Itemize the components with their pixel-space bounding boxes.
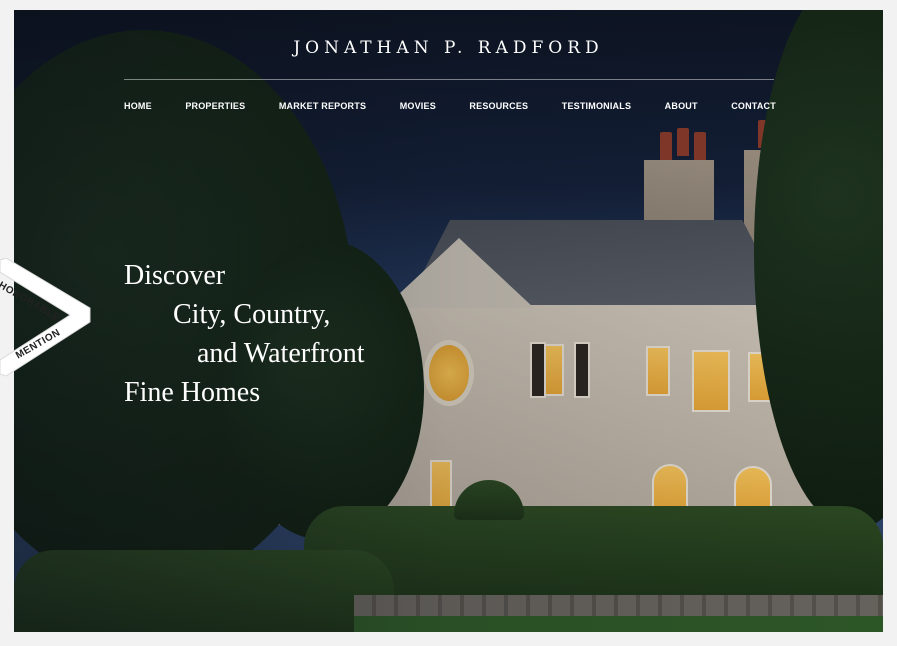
nav-market-reports[interactable]: MARKET REPORTS [279,101,366,111]
nav-about[interactable]: ABOUT [665,101,698,111]
site-logo[interactable]: JONATHAN P. RADFORD [14,38,883,58]
nav-properties[interactable]: PROPERTIES [185,101,245,111]
hero-line-4: Fine Homes [124,377,261,408]
main-nav: HOME PROPERTIES MARKET REPORTS MOVIES RE… [124,101,776,111]
hero-line-1: Discover [124,260,226,291]
hero-line-3: and Waterfront [197,338,365,369]
nav-testimonials[interactable]: TESTIMONIALS [562,101,631,111]
hero-section: JONATHAN P. RADFORD HOME PROPERTIES MARK… [14,10,883,632]
nav-home[interactable]: HOME [124,101,152,111]
hero-headline: Discover City, Country, and Waterfront F… [124,256,365,412]
hero-line-2: City, Country, [173,299,331,330]
nav-resources[interactable]: RESOURCES [469,101,528,111]
header-divider [124,79,774,80]
nav-movies[interactable]: MOVIES [400,101,436,111]
honorable-mention-badge[interactable]: HONORABLE MENTION [0,257,91,378]
nav-contact[interactable]: CONTACT [731,101,776,111]
